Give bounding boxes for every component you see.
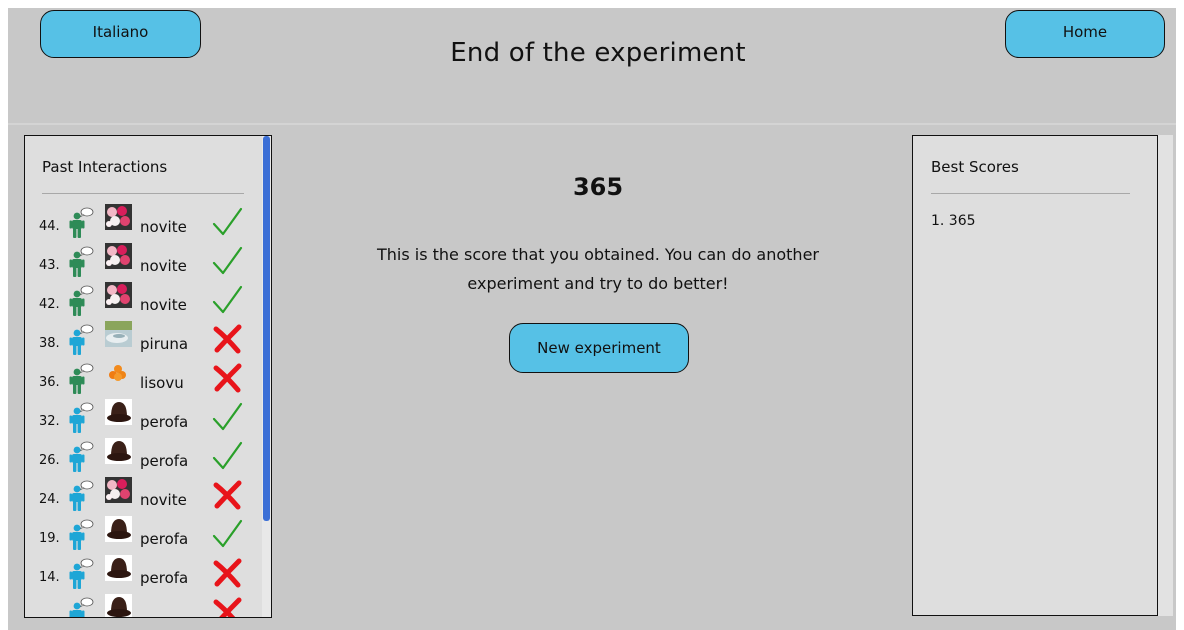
page-title: End of the experiment [450,38,746,68]
speaker-blue-icon [68,323,94,357]
speaker-green-icon [68,245,94,279]
interaction-word: novite [140,218,187,236]
checkmark-icon [211,401,243,433]
speaker-blue-icon [68,440,94,474]
right-scroll-strip [1158,135,1173,616]
interaction-word: piruna [140,335,189,353]
best-score-item: 1. 365 [931,213,976,229]
speaker-green-icon [68,362,94,396]
checkmark-icon [211,206,243,238]
flowers-thumbnail [105,243,132,269]
hat-thumbnail [105,516,132,542]
interaction-row: 14. perofa [37,553,263,592]
interaction-number: 42. [39,297,60,312]
water-thumbnail [105,321,132,347]
score-value: 365 [572,173,624,201]
home-button[interactable]: Home [1005,10,1165,58]
interaction-row: 26. perofa [37,436,263,475]
interaction-list: 44. novite 43. novite 42. novite 38. piruna 36. l… [37,202,263,617]
past-interactions-panel: Past Interactions 44. novite 43. novite 42. n… [24,135,272,618]
interaction-row: 19. perofa [37,514,263,553]
interaction-number: 14. [39,570,60,585]
best-scores-list: 1. 365 [931,213,976,229]
cross-icon [211,596,243,617]
language-button-label: Italiano [92,23,149,41]
checkmark-icon [211,518,243,550]
checkmark-icon [211,245,243,277]
hat-thumbnail [105,594,132,617]
speaker-blue-icon [68,596,94,617]
interaction-word: lisovu [140,374,184,392]
interaction-number: 26. [39,453,60,468]
interaction-number: 32. [39,414,60,429]
speaker-blue-icon [68,479,94,513]
interaction-row [37,592,263,617]
best-scores-panel: Best Scores 1. 365 [912,135,1158,616]
score-message: This is the score that you obtained. You… [376,245,819,293]
best-scores-title: Best Scores [931,158,1019,176]
speaker-blue-icon [68,518,94,552]
hat-thumbnail [105,555,132,581]
speaker-blue-icon [68,401,94,435]
interaction-row: 42. novite [37,280,263,319]
past-interactions-title: Past Interactions [42,158,168,176]
language-button[interactable]: Italiano [40,10,201,58]
top-bar: Italiano End of the experiment Home [8,8,1176,123]
cross-icon [211,557,243,589]
speaker-green-icon [68,206,94,240]
past-interactions-divider [42,193,244,194]
home-button-label: Home [1062,23,1108,41]
new-experiment-label: New experiment [537,339,661,357]
interaction-number: 19. [39,531,60,546]
hat-thumbnail [105,438,132,464]
cross-icon [211,479,243,511]
interaction-row: 43. novite [37,241,263,280]
interaction-word: perofa [140,452,189,470]
interaction-row: 44. novite [37,202,263,241]
interaction-word: perofa [140,413,189,431]
cross-icon [211,362,243,394]
interaction-word: novite [140,491,187,509]
interaction-row: 32. perofa [37,397,263,436]
oranges-thumbnail [105,360,132,386]
scrollbar[interactable] [262,136,271,617]
flowers-thumbnail [105,477,132,503]
interaction-word: perofa [140,530,189,548]
scrollbar-thumb[interactable] [263,136,270,521]
interaction-number: 24. [39,492,60,507]
checkmark-icon [211,284,243,316]
interaction-number: 38. [39,336,60,351]
cross-icon [211,323,243,355]
interaction-row: 24. novite [37,475,263,514]
flowers-thumbnail [105,282,132,308]
interaction-word: perofa [140,569,189,587]
best-scores-divider [931,193,1130,194]
interaction-number: 44. [39,219,60,234]
interaction-word: novite [140,296,187,314]
hat-thumbnail [105,399,132,425]
app-stage: Italiano End of the experiment Home Past… [8,8,1176,630]
interaction-row: 38. piruna [37,319,263,358]
new-experiment-button[interactable]: New experiment [509,323,689,373]
interaction-word: novite [140,257,187,275]
header-divider [8,123,1176,125]
interaction-number: 36. [39,375,60,390]
interaction-number: 43. [39,258,60,273]
speaker-green-icon [68,284,94,318]
flowers-thumbnail [105,204,132,230]
interaction-row: 36. lisovu [37,358,263,397]
checkmark-icon [211,440,243,472]
speaker-blue-icon [68,557,94,591]
